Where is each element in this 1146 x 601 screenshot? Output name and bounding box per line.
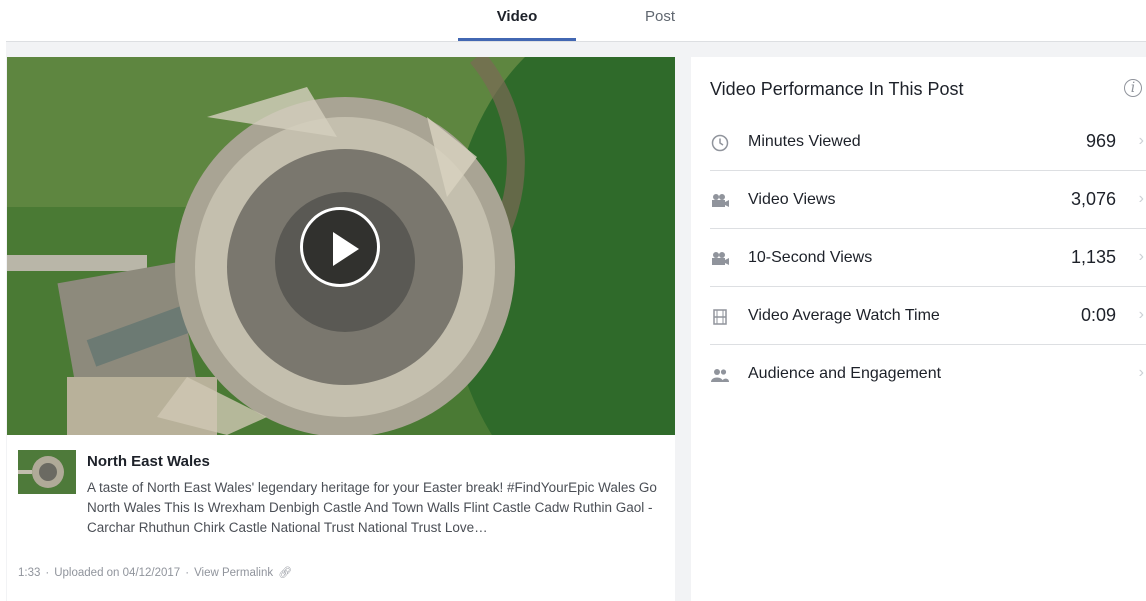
metric-10-second-views[interactable]: 10-Second Views 1,135 › (710, 229, 1146, 287)
metric-audience-engagement[interactable]: Audience and Engagement › (710, 345, 1146, 403)
chevron-right-icon: › (1138, 306, 1144, 323)
metric-average-watch-time[interactable]: Video Average Watch Time 0:09 › (710, 287, 1146, 345)
meta-separator: · (185, 566, 190, 579)
chevron-right-icon: › (1138, 248, 1144, 265)
post-title[interactable]: North East Wales (87, 453, 210, 470)
tab-post[interactable]: Post (600, 8, 720, 41)
upload-date: Uploaded on 04/12/2017 (54, 566, 181, 579)
video-card: North East Wales A taste of North East W… (7, 57, 675, 601)
clock-icon (710, 133, 730, 153)
metric-label: Minutes Viewed (748, 133, 861, 150)
post-meta: 1:33 · Uploaded on 04/12/2017 · View Per… (18, 566, 293, 580)
post-thumbnail[interactable] (18, 450, 76, 494)
metric-label: 10-Second Views (748, 249, 873, 266)
castle-thumbnail-image (18, 450, 76, 494)
video-performance-card: Video Performance In This Post i Minutes… (691, 57, 1146, 601)
performance-title: Video Performance In This Post (710, 79, 964, 99)
people-icon (710, 365, 730, 385)
camera-icon (710, 249, 730, 269)
link-icon: 🔗︎ (278, 567, 293, 579)
chevron-right-icon: › (1138, 364, 1144, 381)
tab-video[interactable]: Video (458, 8, 576, 41)
video-thumbnail[interactable] (7, 57, 675, 435)
metric-value: 3,076 (1070, 189, 1116, 209)
film-icon (710, 307, 730, 327)
chevron-right-icon: › (1138, 132, 1144, 149)
metric-minutes-viewed[interactable]: Minutes Viewed 969 › (710, 113, 1146, 171)
metric-value: 1,135 (1070, 247, 1116, 267)
play-icon (333, 232, 359, 266)
metric-value: 969 (1085, 131, 1116, 151)
metric-value: 0:09 (1080, 305, 1116, 325)
video-duration: 1:33 (18, 566, 41, 579)
metric-label: Video Average Watch Time (748, 307, 940, 324)
metric-label: Audience and Engagement (748, 365, 942, 382)
metric-video-views[interactable]: Video Views 3,076 › (710, 171, 1146, 229)
camera-icon (710, 191, 730, 211)
tab-bar: Video Post (0, 0, 1146, 42)
play-button[interactable] (300, 207, 380, 287)
meta-separator: · (45, 566, 50, 579)
post-description: A taste of North East Wales' legendary h… (87, 480, 657, 535)
view-permalink-link[interactable]: View Permalink (194, 567, 273, 579)
metric-label: Video Views (748, 191, 836, 208)
info-icon[interactable]: i (1124, 79, 1142, 97)
chevron-right-icon: › (1138, 190, 1144, 207)
